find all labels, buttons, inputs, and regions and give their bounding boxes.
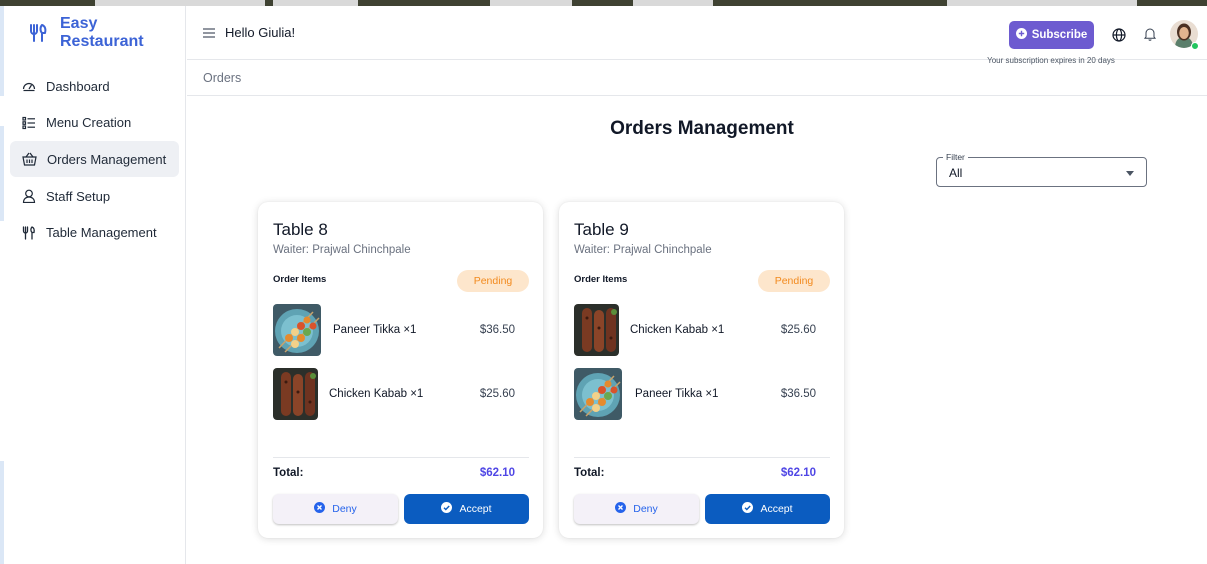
- app-name: Easy Restaurant: [60, 15, 144, 50]
- plus-circle-icon: [1015, 28, 1027, 42]
- item-name: Chicken Kabab ×1: [329, 388, 424, 400]
- sidebar-item-table-management[interactable]: Table Management: [10, 215, 179, 251]
- list-item: Paneer Tikka ×1 $36.50: [574, 368, 830, 420]
- divider: [574, 457, 830, 458]
- user-icon: [22, 189, 36, 204]
- dashboard-icon: [22, 79, 36, 93]
- paneer-tikka-image: [574, 368, 622, 420]
- item-name: Chicken Kabab ×1: [630, 324, 725, 336]
- sidebar-item-label: Dashboard: [46, 78, 110, 94]
- chevron-down-icon: [1126, 171, 1134, 176]
- accept-button[interactable]: Accept: [404, 494, 529, 524]
- greeting-text: Hello Giulia!: [225, 25, 296, 40]
- x-circle-icon: [615, 502, 627, 516]
- list-item: Chicken Kabab ×1 $25.60: [574, 304, 830, 356]
- status-badge: Pending: [758, 270, 830, 292]
- order-card-table-8: Table 8 Waiter: Prajwal Chinchpale Order…: [258, 202, 543, 538]
- item-price: $36.50: [479, 324, 515, 336]
- utensils-logo-icon: [30, 24, 50, 42]
- order-table-name: Table 8: [273, 220, 328, 239]
- subscribe-button[interactable]: Subscribe: [1009, 21, 1094, 49]
- order-card-table-9: Table 9 Waiter: Prajwal Chinchpale Order…: [559, 202, 844, 538]
- total-value: $62.10: [780, 467, 816, 479]
- subscribe-label: Subscribe: [1031, 29, 1088, 41]
- top-header: Hello Giulia! Subscribe Your subscriptio…: [187, 6, 1207, 65]
- divider: [273, 457, 529, 458]
- order-table-name: Table 9: [574, 220, 629, 239]
- list-item: Paneer Tikka ×1 $36.50: [273, 304, 529, 356]
- check-circle-icon: [742, 502, 754, 516]
- order-items-label: Order Items: [273, 274, 327, 285]
- sidebar-item-label: Staff Setup: [46, 188, 111, 204]
- list-icon: [22, 116, 36, 130]
- accept-label: Accept: [760, 503, 793, 515]
- accept-label: Accept: [459, 503, 492, 515]
- bell-icon[interactable]: [1143, 27, 1157, 46]
- check-circle-icon: [441, 502, 453, 516]
- sidebar-nav: Dashboard Menu Creation Orders Managemen…: [4, 60, 185, 259]
- sidebar-item-label: Orders Management: [47, 151, 167, 167]
- paneer-tikka-image: [273, 304, 321, 356]
- utensils-icon: [22, 226, 36, 240]
- sidebar-item-menu-creation[interactable]: Menu Creation: [10, 105, 179, 141]
- sidebar-item-staff-setup[interactable]: Staff Setup: [10, 178, 179, 214]
- order-waiter: Waiter: Prajwal Chinchpale: [574, 244, 712, 256]
- status-badge: Pending: [457, 270, 529, 292]
- item-price: $25.60: [479, 388, 515, 400]
- deny-button[interactable]: Deny: [574, 494, 699, 524]
- total-label: Total:: [273, 467, 304, 479]
- globe-icon[interactable]: [1112, 28, 1126, 47]
- order-items-label: Order Items: [574, 274, 628, 285]
- filter-value: All: [949, 166, 963, 180]
- item-price: $36.50: [780, 388, 816, 400]
- accept-button[interactable]: Accept: [705, 494, 830, 524]
- sidebar: Easy Restaurant Dashboard Menu Creation …: [4, 6, 186, 564]
- hamburger-menu-icon[interactable]: [203, 27, 215, 38]
- chicken-kabab-image: [574, 304, 619, 356]
- item-price: $25.60: [780, 324, 816, 336]
- breadcrumb: Orders: [187, 60, 1207, 96]
- x-circle-icon: [314, 502, 326, 516]
- item-name: Paneer Tikka ×1: [333, 324, 417, 336]
- list-item: Chicken Kabab ×1 $25.60: [273, 368, 529, 420]
- page-title: Orders Management: [610, 118, 794, 139]
- online-status-indicator: [1191, 42, 1199, 50]
- breadcrumb-current: Orders: [203, 70, 242, 85]
- sidebar-item-dashboard[interactable]: Dashboard: [10, 68, 179, 104]
- total-value: $62.10: [479, 467, 515, 479]
- total-label: Total:: [574, 467, 605, 479]
- sidebar-item-label: Table Management: [46, 225, 157, 241]
- order-waiter: Waiter: Prajwal Chinchpale: [273, 244, 411, 256]
- sidebar-item-label: Menu Creation: [46, 115, 132, 131]
- item-name: Paneer Tikka ×1: [635, 388, 719, 400]
- deny-label: Deny: [633, 503, 658, 515]
- filter-label: Filter: [943, 152, 968, 162]
- deny-button[interactable]: Deny: [273, 494, 398, 524]
- deny-label: Deny: [332, 503, 357, 515]
- sidebar-item-orders-management[interactable]: Orders Management: [10, 141, 179, 178]
- chicken-kabab-image: [273, 368, 318, 420]
- brand[interactable]: Easy Restaurant: [4, 6, 185, 60]
- basket-icon: [22, 152, 37, 166]
- filter-select[interactable]: Filter All: [936, 152, 1147, 187]
